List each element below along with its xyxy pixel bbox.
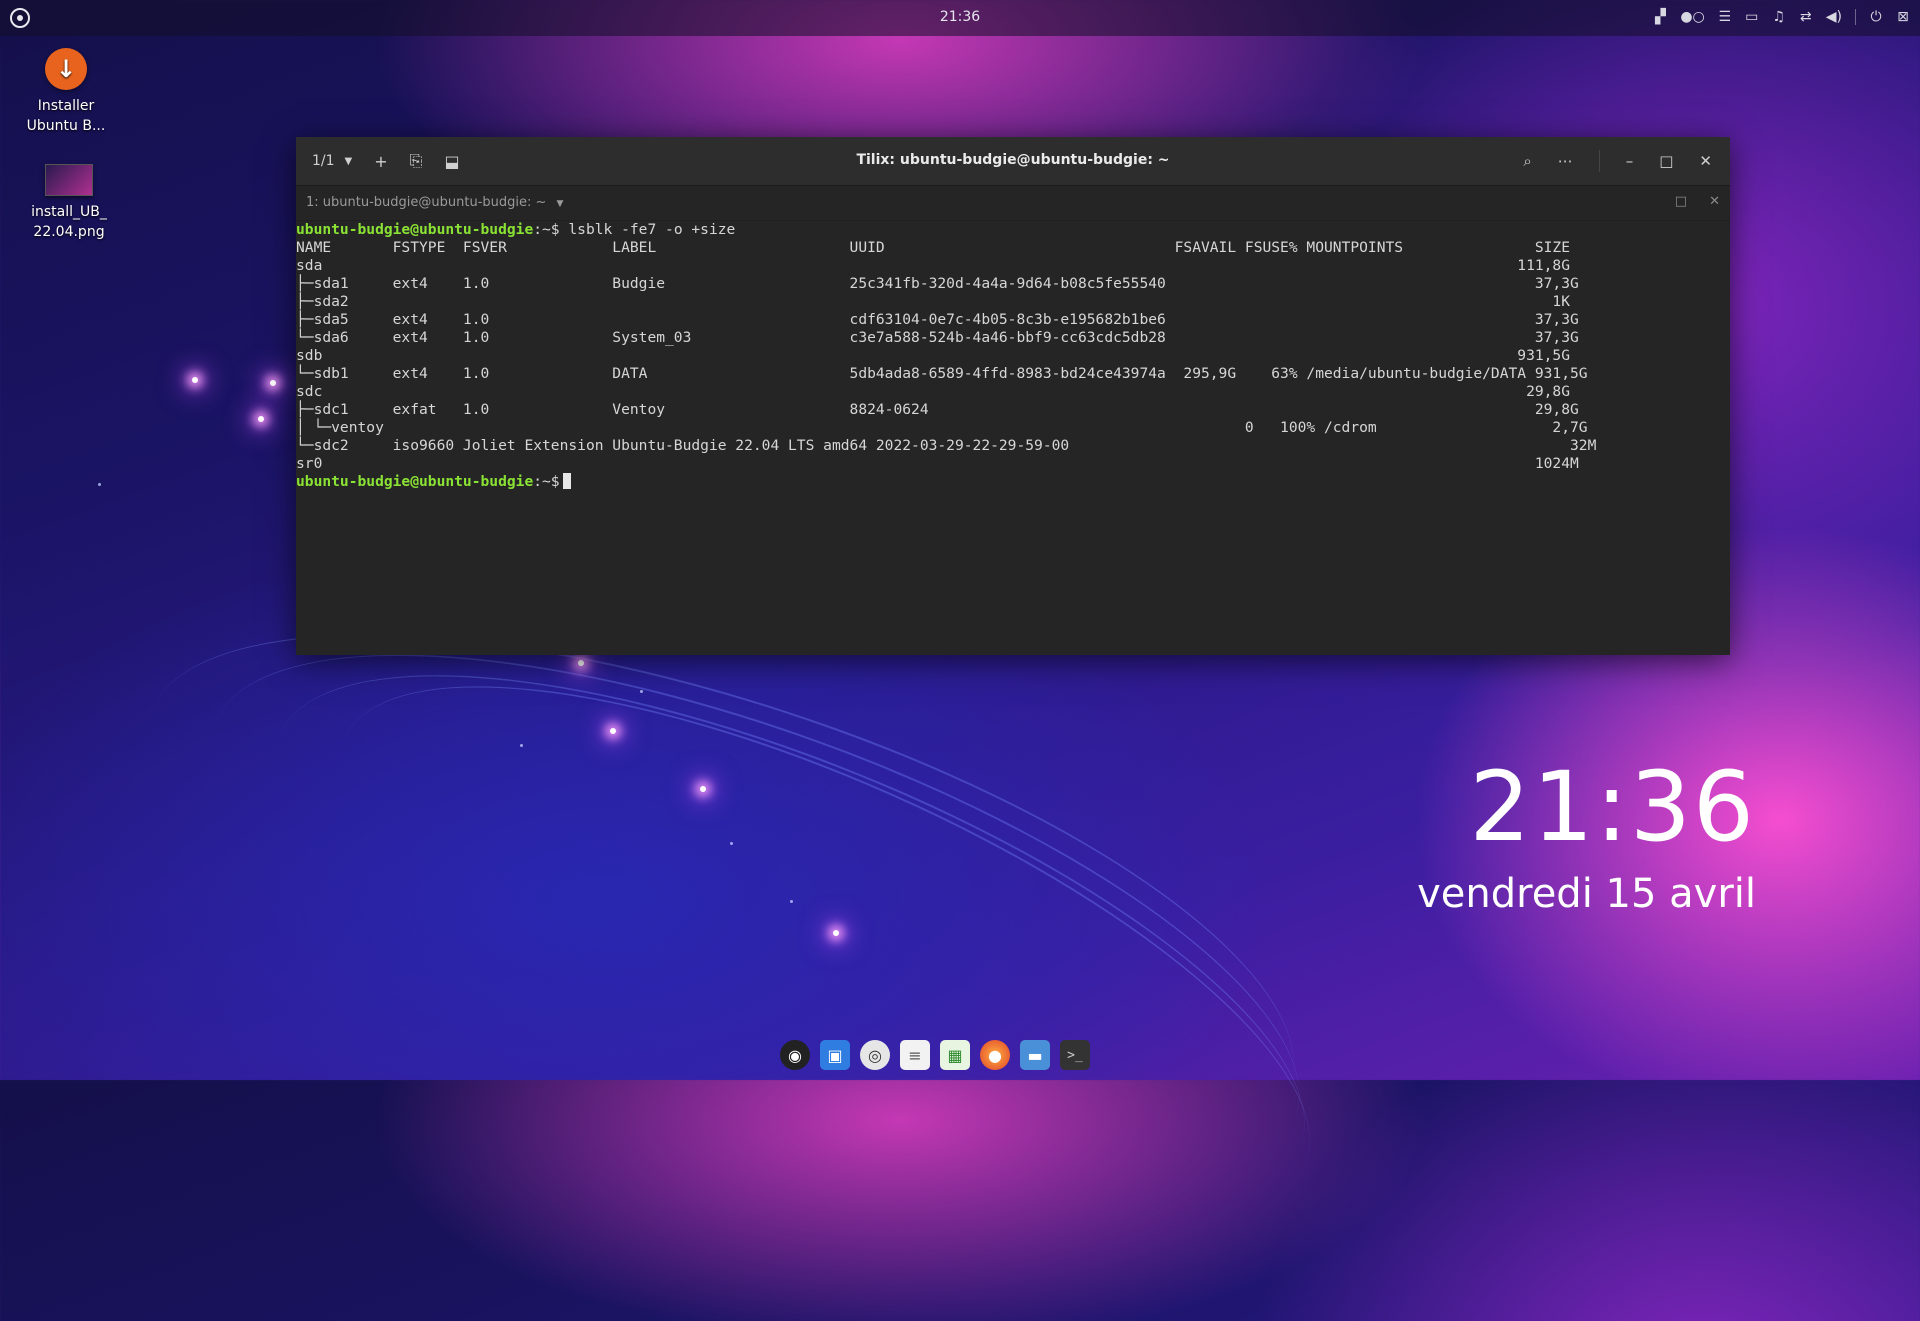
desktop-icon-label: 22.04.png <box>33 224 105 240</box>
output-line: └─sda6 ext4 1.0 System_03 c3e7a588-524b-… <box>296 329 1579 346</box>
window-title: Tilix: ubuntu-budgie@ubuntu-budgie: ~ <box>856 152 1170 168</box>
list-icon[interactable]: ☰ <box>1718 8 1732 26</box>
image-file-icon <box>45 164 93 196</box>
add-session-icon[interactable]: + <box>374 152 387 171</box>
text-editor-icon[interactable]: ≡ <box>900 1040 930 1070</box>
desktop-clock-time: 21:36 <box>1469 751 1756 863</box>
terminal-title-bar: 1: ubuntu-budgie@ubuntu-budgie: ~ ▼ □ ✕ <box>296 186 1730 221</box>
desktop-icon-label: Ubuntu B... <box>26 118 106 134</box>
wallpaper-dot <box>730 842 733 845</box>
desktop-icon-installer[interactable]: ↓ Installer Ubuntu B... <box>6 48 126 136</box>
output-line: sda 111,8G <box>296 257 1570 274</box>
minimize-icon[interactable]: – <box>1626 152 1634 170</box>
prompt-line: ubuntu-budgie@ubuntu-budgie:~$ <box>296 473 1730 491</box>
prompt-path: :~$ <box>533 473 560 490</box>
more-options-icon[interactable]: ⋯ <box>1558 152 1573 170</box>
bell-icon[interactable]: ♫ <box>1772 8 1786 26</box>
desktop-icon-png[interactable]: install_UB_ 22.04.png <box>9 164 129 242</box>
wallpaper-dot <box>640 690 643 693</box>
prompt-user: ubuntu-budgie@ubuntu-budgie <box>296 221 534 238</box>
split-right-icon[interactable]: ⎘ <box>410 151 423 171</box>
tilix-window: 1/1 ▼ + ⎘ ⬓ Tilix: ubuntu-budgie@ubuntu-… <box>296 137 1730 655</box>
session-counter: 1/1 <box>312 153 335 169</box>
power-icon[interactable]: ⏻ <box>1869 8 1883 26</box>
budgie-menu-icon[interactable]: ◉ <box>780 1040 810 1070</box>
output-line: sdc 29,8G <box>296 383 1570 400</box>
output-line: ├─sda1 ext4 1.0 Budgie 25c341fb-320d-4a4… <box>296 275 1579 292</box>
toggle-icon[interactable]: ●○ <box>1680 8 1704 26</box>
output-line: sr0 1024M <box>296 455 1579 472</box>
spreadsheet-icon[interactable]: ▦ <box>940 1040 970 1070</box>
exit-icon[interactable]: ⊠ <box>1896 8 1910 26</box>
wallpaper-star <box>192 377 198 383</box>
maximize-pane-icon[interactable]: □ <box>1675 194 1687 209</box>
terminal-tab[interactable]: 1: ubuntu-budgie@ubuntu-budgie: ~ ▼ <box>306 195 563 210</box>
command-text: lsblk -fe7 -o +size <box>559 221 736 238</box>
maximize-icon[interactable]: □ <box>1659 152 1673 170</box>
top-panel: 21:36 ▞ ●○ ☰ ▭ ♫ ⇄ ◀) ⏻ ⊠ <box>0 0 1920 36</box>
header-right-controls: ⌕ ⋯ – □ ✕ <box>1523 137 1712 185</box>
terminal-output[interactable]: ubuntu-budgie@ubuntu-budgie:~$ lsblk -fe… <box>296 221 1730 655</box>
output-line: │ └─ventoy 0 100% /cdrom 2,7G <box>296 419 1588 436</box>
wallpaper-dot <box>98 483 101 486</box>
output-line: └─sdb1 ext4 1.0 DATA 5db4ada8-6589-4ffd-… <box>296 365 1588 382</box>
close-icon[interactable]: ✕ <box>1699 152 1712 170</box>
output-line: ├─sda5 ext4 1.0 cdf63104-0e7c-4b05-8c3b-… <box>296 311 1579 328</box>
firefox-icon[interactable]: ● <box>980 1040 1010 1070</box>
network-icon[interactable]: ⇄ <box>1799 8 1813 26</box>
split-down-icon[interactable]: ⬓ <box>444 152 459 171</box>
terminal-icon[interactable]: >_ <box>1060 1040 1090 1070</box>
desktop-clock-date: vendredi 15 avril <box>1417 871 1756 917</box>
wallpaper-star <box>258 416 264 422</box>
output-line: ├─sda2 1K <box>296 293 1570 310</box>
terminal-tab-label: 1: ubuntu-budgie@ubuntu-budgie: ~ <box>306 195 547 210</box>
screenshot-icon[interactable]: ▞ <box>1653 8 1667 26</box>
tray-separator <box>1855 9 1856 25</box>
output-line: sdb 931,5G <box>296 347 1570 364</box>
prompt-path: :~$ <box>533 221 560 238</box>
text-cursor <box>562 473 571 489</box>
panel-clock[interactable]: 21:36 <box>0 9 1920 25</box>
chevron-down-icon: ▼ <box>344 155 353 167</box>
wallpaper-star <box>270 380 276 386</box>
session-switcher[interactable]: 1/1 ▼ <box>312 153 352 169</box>
desktop-icon-label: install_UB_ <box>31 204 107 220</box>
rhythmbox-icon[interactable]: ◎ <box>860 1040 890 1070</box>
wallpaper-dot <box>520 744 523 747</box>
header-separator <box>1598 150 1600 172</box>
software-store-icon[interactable]: ▣ <box>820 1040 850 1070</box>
close-pane-icon[interactable]: ✕ <box>1709 194 1720 209</box>
desktop-icon-label: Installer <box>37 98 95 114</box>
wallpaper-star <box>610 728 616 734</box>
wallpaper-star <box>578 660 584 666</box>
chevron-down-icon[interactable]: ▼ <box>557 199 564 209</box>
output-line: └─sdc2 iso9660 Joliet Extension Ubuntu-B… <box>296 437 1597 454</box>
terminal-pane-controls: □ ✕ <box>1675 194 1720 209</box>
header-left-controls: 1/1 ▼ + ⎘ ⬓ <box>312 137 460 185</box>
wallpaper-dot <box>790 900 793 903</box>
wallpaper-star <box>700 786 706 792</box>
files-icon[interactable]: ▭ <box>1745 8 1759 26</box>
dock: ◉ ▣ ◎ ≡ ▦ ● ▬ >_ <box>780 1040 1090 1070</box>
search-icon[interactable]: ⌕ <box>1523 152 1531 170</box>
command-line: ubuntu-budgie@ubuntu-budgie:~$ lsblk -fe… <box>296 221 1730 239</box>
window-header[interactable]: 1/1 ▼ + ⎘ ⬓ Tilix: ubuntu-budgie@ubuntu-… <box>296 137 1730 186</box>
files-icon[interactable]: ▬ <box>1020 1040 1050 1070</box>
prompt-user: ubuntu-budgie@ubuntu-budgie <box>296 473 534 490</box>
installer-icon: ↓ <box>45 48 87 90</box>
volume-icon[interactable]: ◀) <box>1826 8 1842 26</box>
output-line: ├─sdc1 exfat 1.0 Ventoy 8824-0624 29,8G <box>296 401 1579 418</box>
output-line: NAME FSTYPE FSVER LABEL UUID FSAVAIL FSU… <box>296 239 1570 256</box>
wallpaper-star <box>833 930 839 936</box>
system-tray: ▞ ●○ ☰ ▭ ♫ ⇄ ◀) ⏻ ⊠ <box>1653 8 1910 26</box>
